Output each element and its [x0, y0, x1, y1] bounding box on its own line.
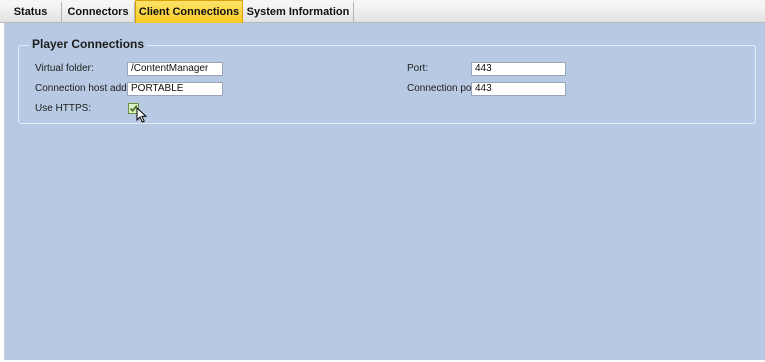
client-connections-panel: Player Connections Virtual folder: /Cont… — [4, 23, 765, 360]
port-label: Port: — [407, 63, 429, 74]
connection-host-input[interactable]: PORTABLE — [127, 82, 223, 96]
connection-port-input[interactable]: 443 — [471, 82, 566, 96]
use-https-label: Use HTTPS: — [35, 103, 92, 114]
app-frame: Status Connectors Client Connections Sys… — [0, 0, 765, 362]
tab-client-connections[interactable]: Client Connections — [135, 0, 243, 24]
player-connections-group: Player Connections Virtual folder: /Cont… — [18, 37, 756, 124]
mouse-cursor-icon — [136, 107, 147, 123]
tab-connectors[interactable]: Connectors — [62, 2, 135, 22]
tab-bar: Status Connectors Client Connections Sys… — [0, 0, 765, 24]
tab-system-information[interactable]: System Information — [243, 2, 354, 22]
tab-status[interactable]: Status — [0, 2, 62, 22]
connection-port-label: Connection port: — [407, 83, 481, 94]
virtual-folder-input[interactable]: /ContentManager — [127, 62, 223, 76]
group-title: Player Connections — [29, 37, 148, 51]
virtual-folder-label: Virtual folder: — [35, 63, 94, 74]
tab-bar-filler — [354, 2, 765, 22]
port-input[interactable]: 443 — [471, 62, 566, 76]
